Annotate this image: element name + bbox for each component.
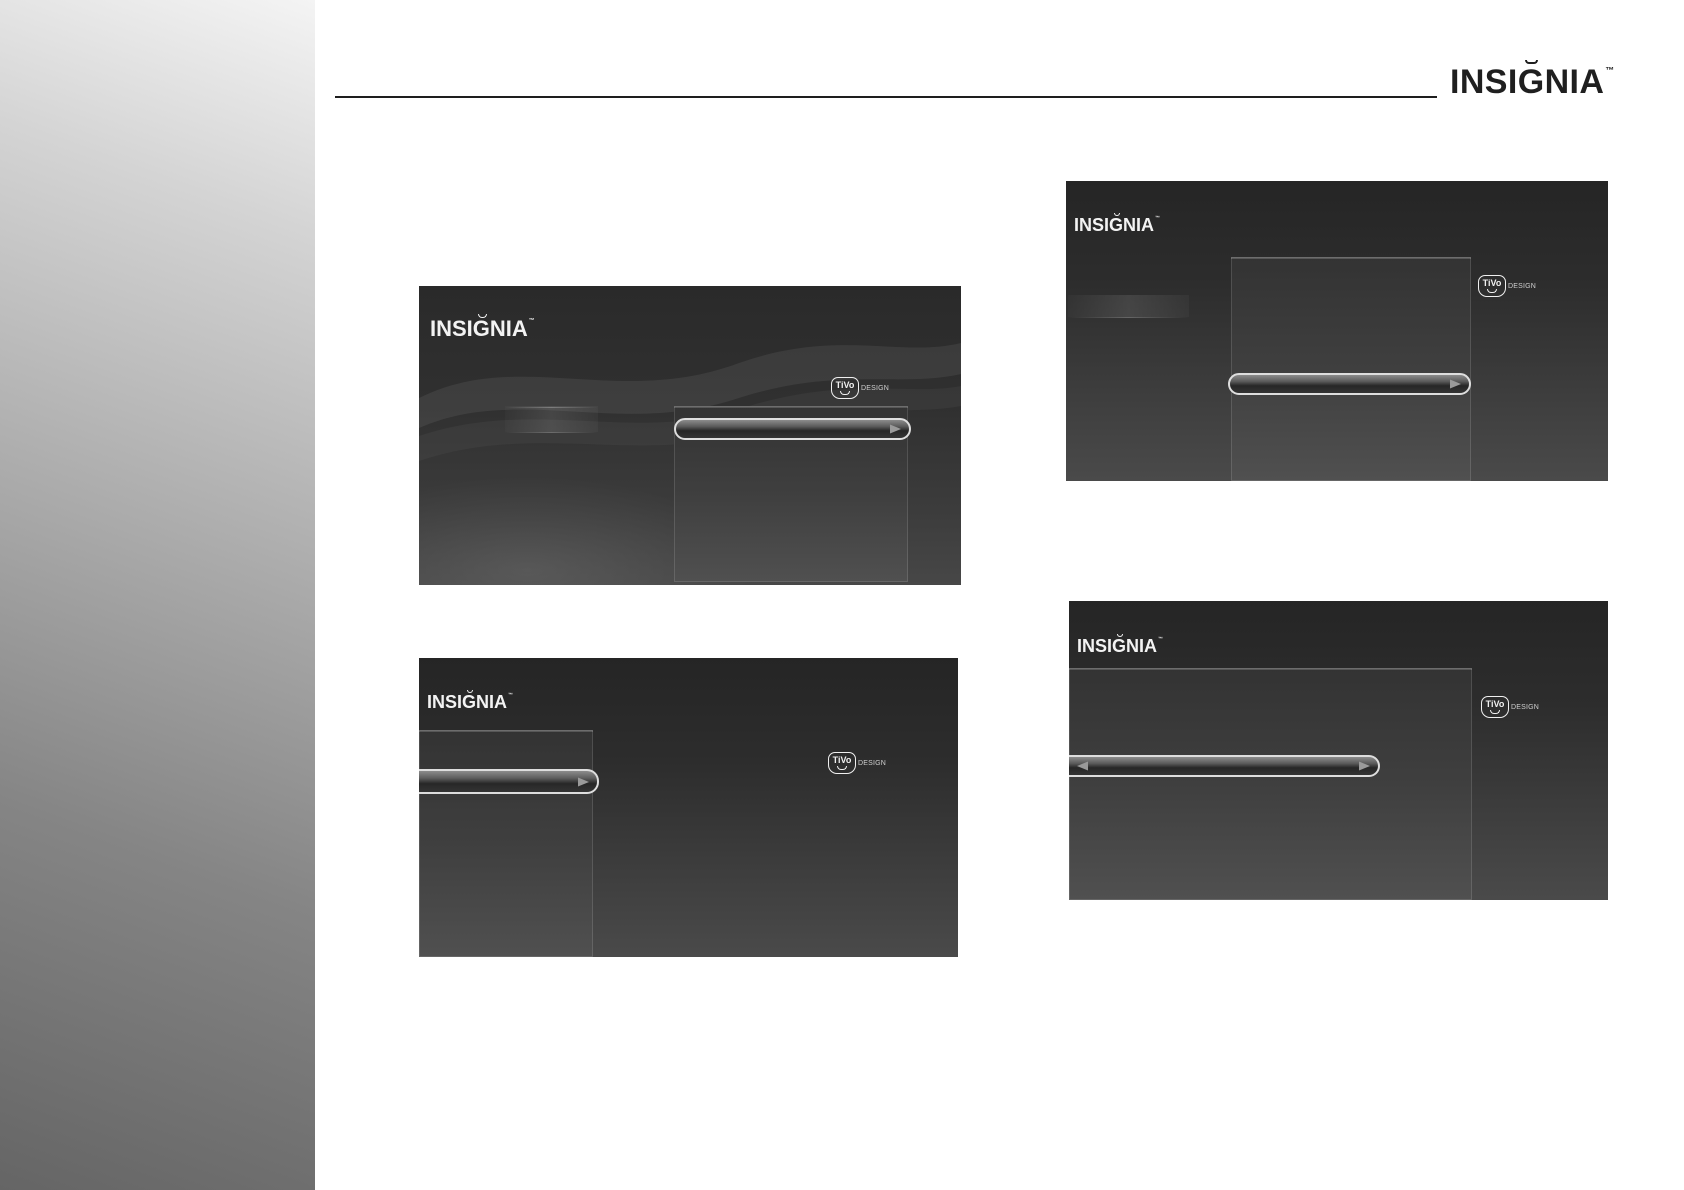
right-arrow-icon: [890, 424, 901, 434]
tivo-tv-shape: TiVo: [828, 752, 856, 774]
right-arrow-icon: [1359, 761, 1370, 771]
settings-panel: [1069, 668, 1472, 900]
header-rule: [335, 96, 1437, 98]
logo-trademark: ™: [1158, 636, 1163, 642]
logo-trademark: ™: [508, 692, 513, 698]
insignia-logo: INSIGNIA™: [1077, 634, 1163, 656]
tivo-smile: [1487, 289, 1497, 293]
tivo-tv-shape: TiVo: [1478, 275, 1506, 297]
selected-setting-row: [1069, 755, 1380, 777]
logo-text: INSIGNIA: [1077, 636, 1158, 656]
gradient-sidebar: [0, 0, 315, 1190]
menu-divider: [1068, 317, 1189, 318]
logo-text: INSIGNIA: [1074, 215, 1155, 235]
tivo-tag: DESIGN: [1511, 703, 1540, 711]
right-arrow-icon: [578, 777, 589, 786]
tivo-logo-icon: TiVo DESIGN: [1478, 275, 1536, 297]
selected-menu-item: [419, 769, 599, 794]
logo-trademark: ™: [528, 317, 535, 324]
panel-top-edge: [419, 730, 593, 732]
tivo-logo-icon: TiVo DESIGN: [1481, 696, 1539, 718]
tivo-text: TiVo: [835, 380, 855, 390]
tv-screenshot-2: INSIGNIA™ TiVo DESIGN: [419, 658, 958, 957]
insignia-logo: INSIGNIA™: [430, 314, 535, 341]
tivo-logo-icon: TiVo DESIGN: [828, 752, 886, 774]
insignia-header-logo: INSIGNIA™: [1450, 59, 1615, 101]
logo-text: INSIGNIA: [430, 316, 528, 341]
tivo-text: TiVo: [832, 755, 852, 765]
insignia-logo: INSIGNIA™: [1074, 213, 1160, 235]
tivo-tag: DESIGN: [1508, 282, 1537, 290]
selected-menu-item: [674, 418, 911, 440]
tv-screenshot-1: INSIGNIA™ TiVo DESIGN: [419, 286, 961, 585]
panel-top-edge: [674, 406, 908, 408]
insignia-logo: INSIGNIA™: [427, 690, 513, 712]
tv-screenshot-4: INSIGNIA™ TiVo DESIGN: [1069, 601, 1608, 900]
tv-screenshot-3: INSIGNIA™ TiVo DESIGN: [1066, 181, 1608, 481]
tivo-tag: DESIGN: [861, 384, 890, 392]
right-arrow-icon: [1450, 379, 1461, 389]
logo-trademark: ™: [1155, 215, 1160, 221]
tivo-smile: [840, 391, 850, 395]
tivo-logo-icon: TiVo DESIGN: [831, 377, 889, 399]
submenu-panel: [1231, 257, 1471, 481]
menu-divider: [505, 432, 598, 433]
logo-text: INSIGNIA: [1450, 63, 1605, 101]
tivo-text: TiVo: [1485, 699, 1505, 709]
tivo-tv-shape: TiVo: [831, 377, 859, 399]
logo-g-mark: [478, 314, 487, 318]
menu-faint-highlight: [1068, 295, 1189, 317]
menu-panel: [419, 730, 593, 957]
tivo-tv-shape: TiVo: [1481, 696, 1509, 718]
tivo-text: TiVo: [1482, 278, 1502, 288]
left-arrow-icon: [1077, 761, 1088, 771]
tivo-smile: [837, 766, 847, 770]
tivo-smile: [1490, 710, 1500, 714]
menu-divider: [505, 407, 598, 408]
logo-text: INSIGNIA: [427, 692, 508, 712]
panel-top-edge: [1069, 668, 1472, 670]
panel-top-edge: [1231, 257, 1471, 259]
tivo-tag: DESIGN: [858, 759, 887, 767]
logo-trademark: ™: [1605, 64, 1615, 75]
selected-menu-item: [1228, 373, 1471, 395]
menu-faint-highlight: [505, 406, 598, 432]
